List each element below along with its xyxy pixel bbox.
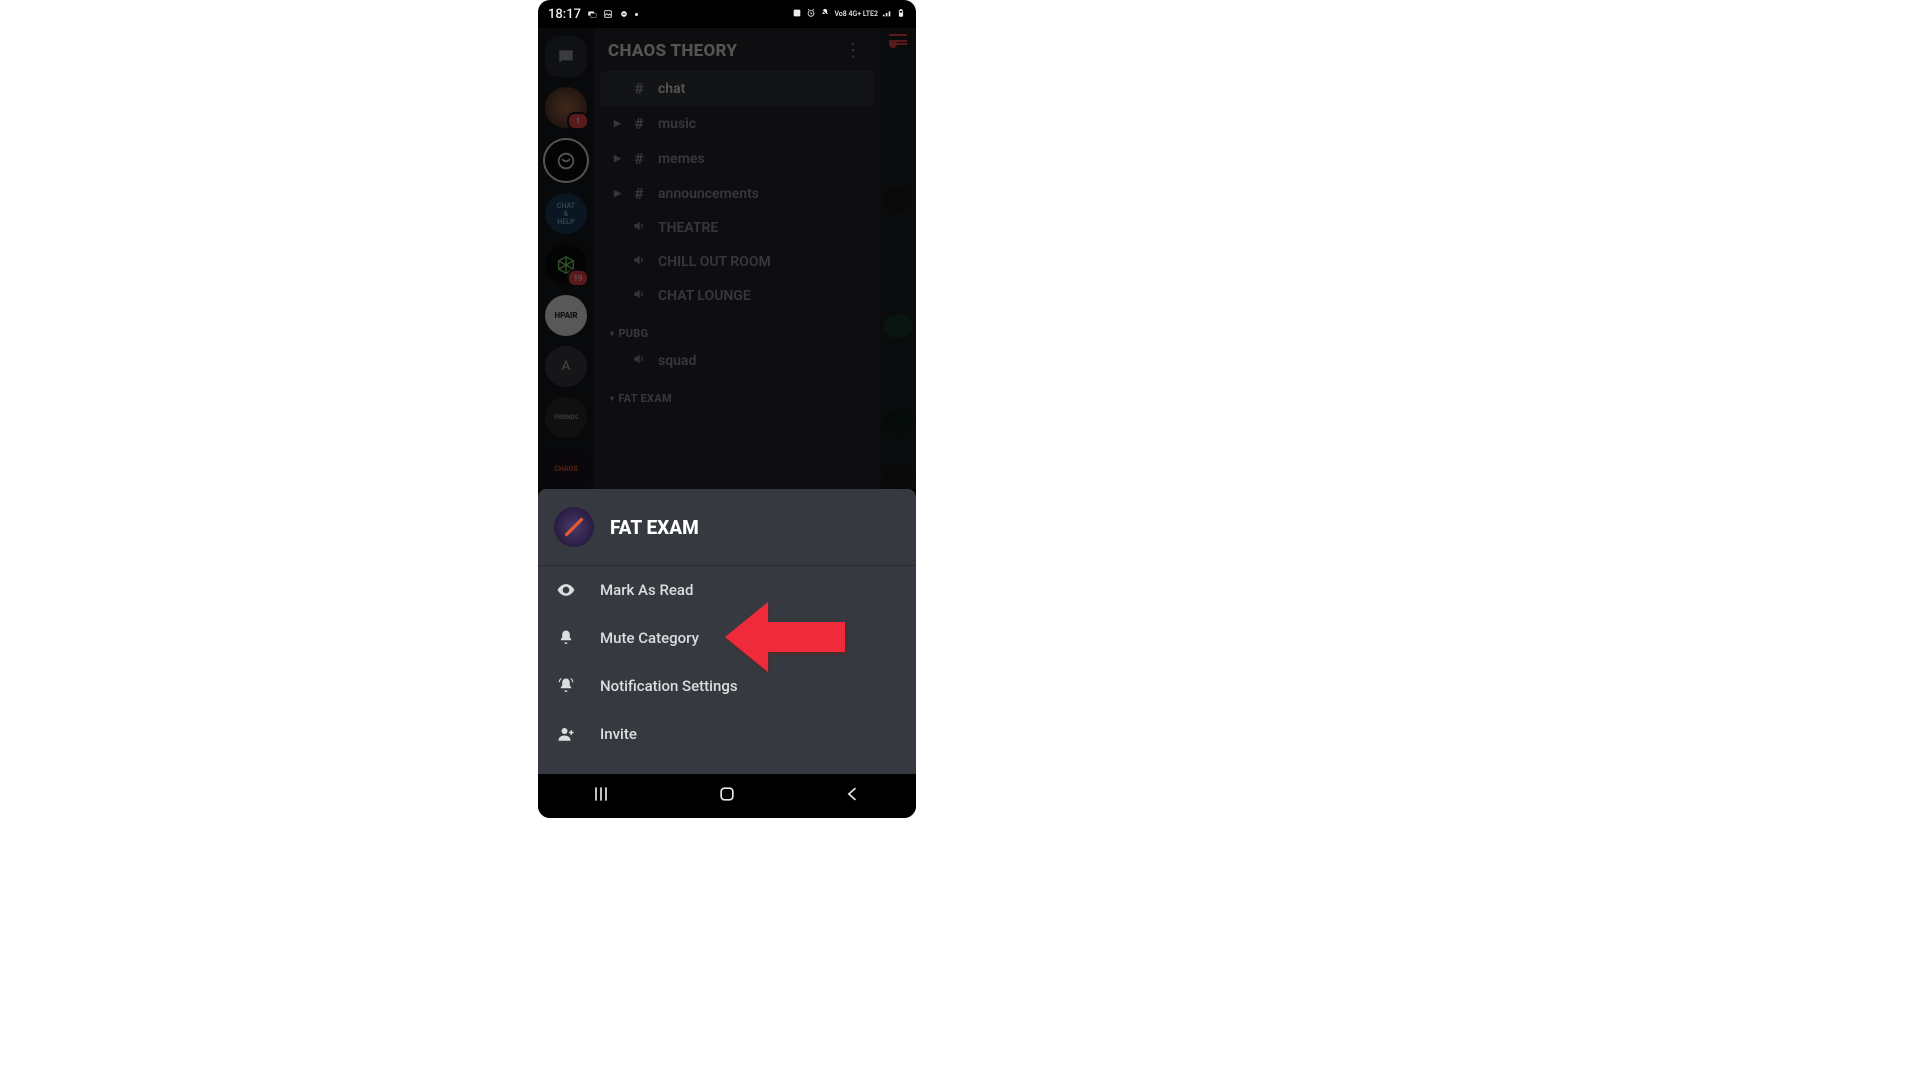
member-avatar[interactable] <box>883 188 913 212</box>
sheet-item-label: Mark As Read <box>600 581 693 599</box>
invite-item[interactable]: Invite <box>538 710 916 758</box>
server-label: A <box>562 359 570 374</box>
battery-icon <box>896 8 906 21</box>
dm-button[interactable] <box>545 36 587 77</box>
member-avatar[interactable] <box>883 410 913 434</box>
category-label: FAT EXAM <box>618 392 672 405</box>
server-badge-2: 19 <box>567 269 589 287</box>
members-toggle[interactable] <box>889 34 907 45</box>
category-pubg[interactable]: ▾ PUBG <box>600 313 874 344</box>
members-rail <box>880 28 916 489</box>
person-add-icon <box>556 724 576 744</box>
server-label: CHAOS <box>554 465 577 473</box>
server-avatar-6[interactable]: A <box>545 346 587 387</box>
chevron-down-icon: ▾ <box>610 394 614 403</box>
member-avatar[interactable] <box>883 465 913 489</box>
hashtag-icon: # <box>632 149 646 168</box>
channel-label: THEATRE <box>658 220 718 236</box>
speaker-icon <box>632 253 646 271</box>
home-button[interactable] <box>717 784 737 808</box>
server-avatar-1[interactable]: 1 <box>545 87 587 128</box>
status-clock: 18:17 <box>548 7 581 22</box>
server-avatar-8[interactable]: CHAOS <box>545 448 587 489</box>
member-avatar[interactable] <box>883 314 913 338</box>
hashtag-icon: # <box>632 114 646 133</box>
channel-list[interactable]: CHAOS THEORY ⋮ # chat ▶ # music ▶ # meme… <box>594 28 880 489</box>
bell-icon <box>556 628 576 648</box>
messages-icon <box>587 9 597 19</box>
chevron-down-icon: ▾ <box>610 329 614 338</box>
category-label: PUBG <box>618 327 648 340</box>
channel-music[interactable]: ▶ # music <box>600 106 874 141</box>
server-avatar-2[interactable] <box>543 138 589 183</box>
speaker-icon <box>632 287 646 305</box>
signal-icon <box>882 8 892 21</box>
android-nav-bar <box>538 774 916 818</box>
notification-settings-item[interactable]: Notification Settings <box>538 662 916 710</box>
back-button[interactable] <box>843 784 863 808</box>
alarm-icon <box>806 8 816 21</box>
status-bar: 18:17 Vo8 4G+ LTE2 <box>538 0 916 28</box>
channel-theatre[interactable]: THEATRE <box>600 211 874 245</box>
discord-background: 1 CHAT&HELP 19 HPAIR A FRIENDS CHAOS <box>538 28 916 489</box>
mark-as-read-item[interactable]: Mark As Read <box>538 566 916 614</box>
sheet-header: FAT EXAM <box>538 489 916 566</box>
channel-label: chat <box>658 81 685 97</box>
server-title: CHAOS THEORY <box>608 41 737 61</box>
hashtag-icon: # <box>632 184 646 203</box>
circle-icon <box>619 9 629 19</box>
speaker-icon <box>632 219 646 237</box>
sheet-item-label: Notification Settings <box>600 677 738 695</box>
recents-button[interactable] <box>591 784 611 808</box>
server-badge: 1 <box>567 112 589 130</box>
channel-label: music <box>658 116 696 132</box>
server-menu-button[interactable]: ⋮ <box>840 40 866 61</box>
channel-label: CHILL OUT ROOM <box>658 254 771 270</box>
server-avatar-4[interactable]: 19 <box>545 244 587 285</box>
server-rail: 1 CHAT&HELP 19 HPAIR A FRIENDS CHAOS <box>538 28 594 489</box>
sheet-item-label: Mute Category <box>600 629 699 647</box>
server-label: FRIENDS <box>554 414 578 421</box>
channel-lounge[interactable]: CHAT LOUNGE <box>600 279 874 313</box>
channel-label: CHAT LOUNGE <box>658 288 751 304</box>
image-icon <box>603 9 613 19</box>
channel-label: memes <box>658 151 705 167</box>
channel-announcements[interactable]: ▶ # announcements <box>600 176 874 211</box>
eye-icon <box>556 580 576 600</box>
sheet-item-label: Invite <box>600 725 637 743</box>
network-label: Vo8 4G+ LTE2 <box>834 11 878 18</box>
channel-squad[interactable]: squad <box>600 344 874 378</box>
hashtag-icon: # <box>632 79 646 98</box>
channel-chill[interactable]: CHILL OUT ROOM <box>600 245 874 279</box>
speaker-icon <box>632 352 646 370</box>
category-action-sheet: FAT EXAM Mark As Read Mute Category Noti… <box>538 489 916 774</box>
bell-alert-icon <box>556 676 576 696</box>
server-avatar-7[interactable]: FRIENDS <box>545 397 587 438</box>
channel-chat[interactable]: # chat <box>600 71 874 106</box>
dnd-icon <box>792 8 802 21</box>
server-icon <box>554 507 594 547</box>
mute-category-item[interactable]: Mute Category <box>538 614 916 662</box>
sheet-title: FAT EXAM <box>610 516 699 539</box>
channel-label: announcements <box>658 186 759 202</box>
status-dot <box>635 13 638 16</box>
channel-label: squad <box>658 353 696 369</box>
server-avatar-5[interactable]: HPAIR <box>545 295 587 336</box>
server-label: HPAIR <box>554 311 577 320</box>
phone-frame: 18:17 Vo8 4G+ LTE2 <box>538 0 916 818</box>
server-avatar-3[interactable]: CHAT&HELP <box>545 193 587 234</box>
category-fat-exam[interactable]: ▾ FAT EXAM <box>600 378 874 409</box>
channel-memes[interactable]: ▶ # memes <box>600 141 874 176</box>
mute-icon <box>820 8 830 21</box>
